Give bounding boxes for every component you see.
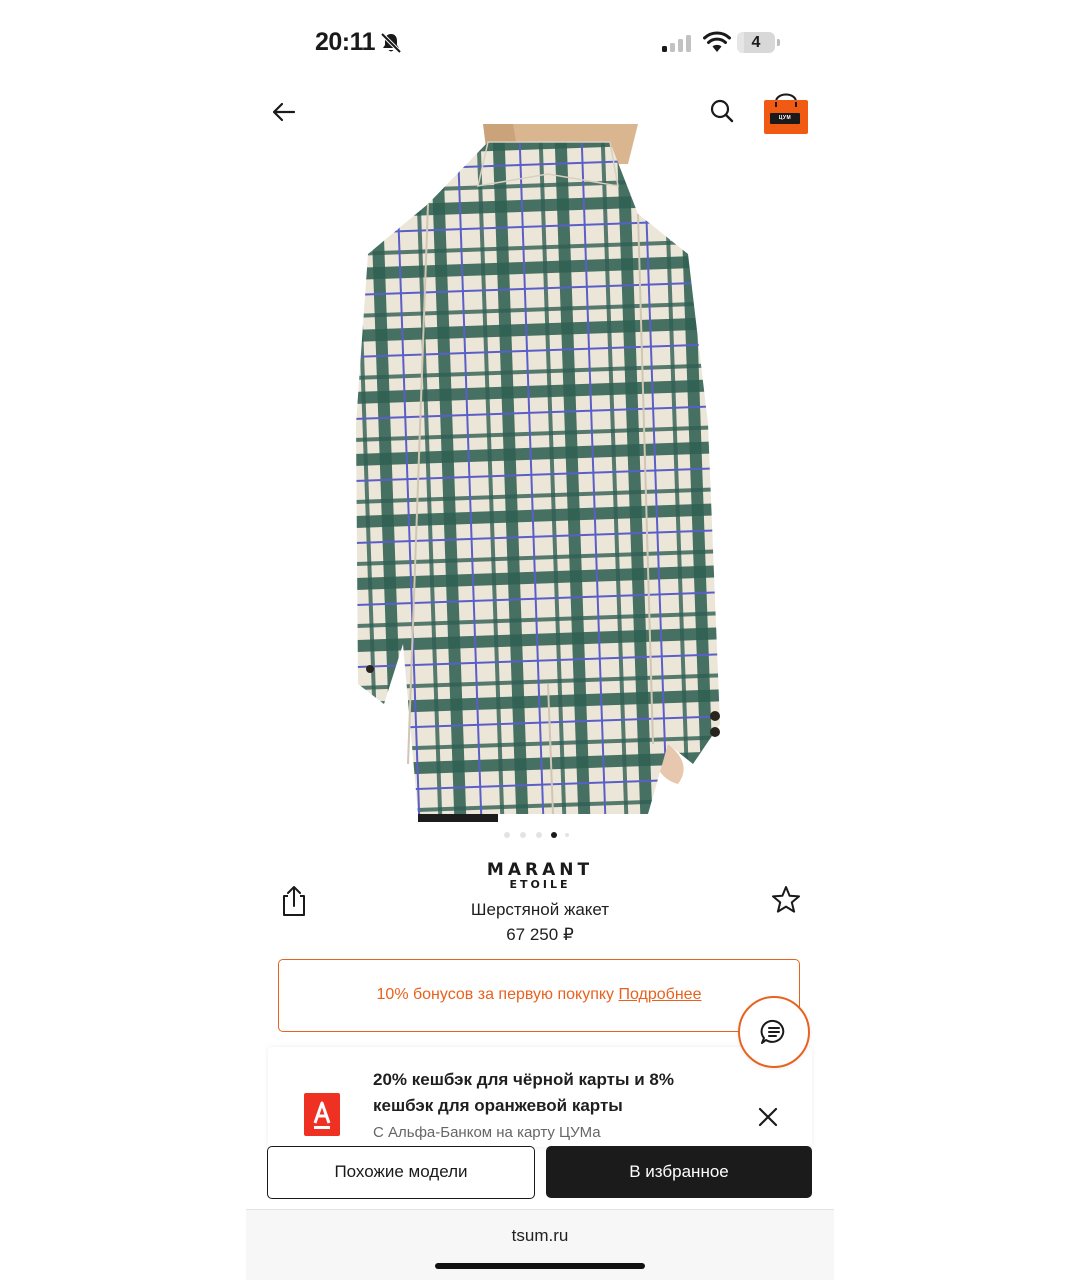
chat-button[interactable] — [738, 996, 810, 1068]
chat-bubble-icon — [760, 1019, 785, 1044]
wifi-icon — [703, 31, 731, 52]
gallery-dot[interactable] — [520, 832, 526, 838]
brand-sub-logo[interactable]: ETOILE — [460, 878, 620, 891]
add-to-favorites-button[interactable]: В избранное — [546, 1146, 812, 1198]
app-screen: 20:11 4 ЦУМ MARANT ETOILE Шерстяной жаке… — [246, 0, 834, 1280]
gallery-pagination — [504, 832, 576, 840]
bonus-details-link[interactable]: Подробнее — [619, 986, 702, 1003]
brand-logo[interactable]: MARANT — [460, 860, 620, 880]
cashback-title: 20% кешбэк для чёрной карты и 8% кешбэк … — [373, 1070, 674, 1115]
alfa-bank-logo-icon — [304, 1093, 340, 1136]
battery-cap — [777, 39, 780, 46]
back-arrow-icon[interactable] — [268, 96, 300, 128]
url-text[interactable]: tsum.ru — [246, 1226, 834, 1246]
product-image[interactable] — [348, 124, 738, 822]
share-icon[interactable] — [278, 884, 310, 918]
cashback-subtitle: С Альфа-Банком на карту ЦУМа — [373, 1124, 601, 1141]
bonus-text-row: 10% бонусов за первую покупку Подробнее — [279, 986, 799, 1004]
gallery-dot[interactable] — [536, 832, 542, 838]
product-price: 67 250 ₽ — [506, 925, 574, 944]
favorite-star-icon[interactable] — [770, 884, 802, 916]
brand-logo-icon: ЦУМ — [770, 113, 800, 124]
battery-level: 4 — [751, 34, 761, 51]
bonus-text: 10% бонусов за первую покупку — [376, 986, 615, 1003]
gallery-dot[interactable] — [504, 832, 510, 838]
gallery-dot[interactable] — [565, 833, 569, 837]
silent-bell-icon — [380, 32, 402, 54]
home-indicator[interactable] — [435, 1263, 645, 1269]
cashback-card[interactable]: 20% кешбэк для чёрной карты и 8% кешбэк … — [268, 1047, 812, 1147]
gallery-dot-active[interactable] — [551, 832, 557, 838]
close-icon[interactable] — [756, 1105, 780, 1129]
battery-indicator: 4 — [737, 32, 775, 53]
shopping-bag-button[interactable]: ЦУМ — [761, 88, 811, 136]
cellular-signal-icon — [662, 34, 692, 52]
status-time: 20:11 — [315, 28, 376, 56]
bonus-banner: 10% бонусов за первую покупку Подробнее — [278, 959, 800, 1032]
shopping-bag-icon — [764, 93, 808, 134]
plaid-jacket-illustration — [348, 124, 738, 822]
similar-models-button[interactable]: Похожие модели — [267, 1146, 535, 1199]
browser-address-bar: tsum.ru — [246, 1209, 834, 1280]
product-name: Шерстяной жакет — [470, 900, 610, 919]
